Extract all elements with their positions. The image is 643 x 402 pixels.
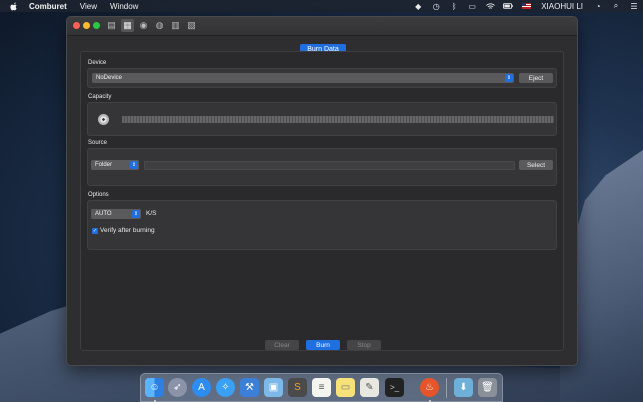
status-area: ◆ ◷ ᛒ ▭ XIAOHUI LI ◔ ⌕ ☰: [409, 0, 643, 12]
burn-button[interactable]: Burn: [306, 340, 340, 350]
notes-icon[interactable]: ≡: [312, 378, 331, 397]
speed-value: AUTO: [95, 211, 112, 217]
burn-files-icon[interactable]: ▦: [121, 19, 134, 32]
launchpad-icon[interactable]: ➶: [168, 378, 187, 397]
verify-checkbox[interactable]: ✓: [92, 228, 98, 234]
battery-icon[interactable]: [503, 1, 514, 11]
terminal-icon[interactable]: >_: [385, 378, 404, 397]
menu-bar: Comburet View Window ◆ ◷ ᛒ ▭ XIAOHUI LI …: [0, 0, 643, 12]
device-group: NoDevice ⇕ Eject: [87, 68, 557, 88]
chevron-updown-icon: ⇕: [132, 210, 140, 218]
source-path-field[interactable]: [144, 161, 515, 170]
burn-data-icon[interactable]: ▤: [105, 19, 118, 32]
device-value: NoDevice: [96, 75, 123, 81]
dock: ☺ ➶ A ✧ ⚒ ▣ S ≡ ▭ ✎ >_ ♨ ⬇ 🗑: [140, 373, 503, 402]
speed-unit: K/S: [146, 210, 157, 217]
options-label: Options: [88, 192, 109, 198]
copy-disc-icon[interactable]: ◉: [137, 19, 150, 32]
app-window: ▤ ▦ ◉ ◍ ▥ ▧ Burn Data Device NoDevice ⇕ …: [66, 16, 578, 366]
safari-icon[interactable]: ✧: [216, 378, 235, 397]
list-icon[interactable]: ☰: [629, 1, 639, 11]
xcode-icon[interactable]: ⚒: [240, 378, 259, 397]
evernote-icon[interactable]: ◆: [413, 1, 423, 11]
dock-separator: [446, 378, 447, 398]
window-menu[interactable]: Window: [110, 2, 138, 11]
sublime-icon[interactable]: S: [288, 378, 307, 397]
info-icon[interactable]: ▧: [185, 19, 198, 32]
device-label: Device: [88, 60, 107, 66]
airplay-icon[interactable]: ▭: [467, 1, 477, 11]
downloads-icon[interactable]: ⬇: [454, 378, 473, 397]
eject-button[interactable]: Eject: [519, 73, 553, 83]
spotlight-icon[interactable]: ⌕: [611, 1, 621, 11]
wifi-icon[interactable]: [485, 1, 495, 11]
app-menu[interactable]: Comburet: [29, 2, 67, 11]
content-area: Device NoDevice ⇕ Eject Capacity Source …: [80, 51, 564, 351]
stop-button[interactable]: Stop: [347, 340, 381, 350]
title-bar: ▤ ▦ ◉ ◍ ▥ ▧: [67, 17, 577, 36]
verify-label[interactable]: Verify after burning: [100, 227, 155, 234]
timer-icon[interactable]: ◔: [593, 1, 603, 11]
minimize-button[interactable]: [83, 22, 90, 29]
finder-icon[interactable]: ☺: [145, 378, 164, 397]
user-name[interactable]: XIAOHUI LI: [541, 2, 583, 11]
app-store-icon[interactable]: A: [192, 378, 211, 397]
textedit-icon[interactable]: ✎: [360, 378, 379, 397]
stickies-icon[interactable]: ▭: [336, 378, 355, 397]
options-group: AUTO ⇕ K/S ✓ Verify after burning: [87, 200, 557, 250]
capacity-label: Capacity: [88, 94, 112, 100]
comburet-icon[interactable]: ♨: [420, 378, 439, 397]
speed-popup[interactable]: AUTO ⇕: [91, 209, 141, 219]
disc-icon: [98, 114, 109, 125]
source-group: Folder ⇕ Select: [87, 148, 557, 186]
image-icon[interactable]: ▥: [169, 19, 182, 32]
time-machine-icon[interactable]: ◷: [431, 1, 441, 11]
select-button[interactable]: Select: [519, 160, 553, 170]
source-type-popup[interactable]: Folder ⇕: [91, 160, 139, 170]
clear-button[interactable]: Clear: [265, 340, 299, 350]
bluetooth-icon[interactable]: ᛒ: [449, 1, 459, 11]
flag-icon[interactable]: [521, 1, 531, 11]
erase-icon[interactable]: ◍: [153, 19, 166, 32]
trash-icon[interactable]: 🗑: [478, 378, 497, 397]
source-label: Source: [88, 140, 108, 146]
device-popup[interactable]: NoDevice ⇕: [92, 73, 514, 83]
chevron-updown-icon: ⇕: [505, 74, 513, 82]
close-button[interactable]: [73, 22, 80, 29]
capacity-group: [87, 102, 557, 136]
chevron-updown-icon: ⇕: [130, 161, 138, 169]
apple-icon[interactable]: [9, 1, 19, 11]
capacity-bar: [122, 116, 554, 123]
view-menu[interactable]: View: [80, 2, 97, 11]
virtualbox-icon[interactable]: ▣: [264, 378, 283, 397]
zoom-button[interactable]: [93, 22, 100, 29]
source-type-value: Folder: [95, 162, 113, 168]
